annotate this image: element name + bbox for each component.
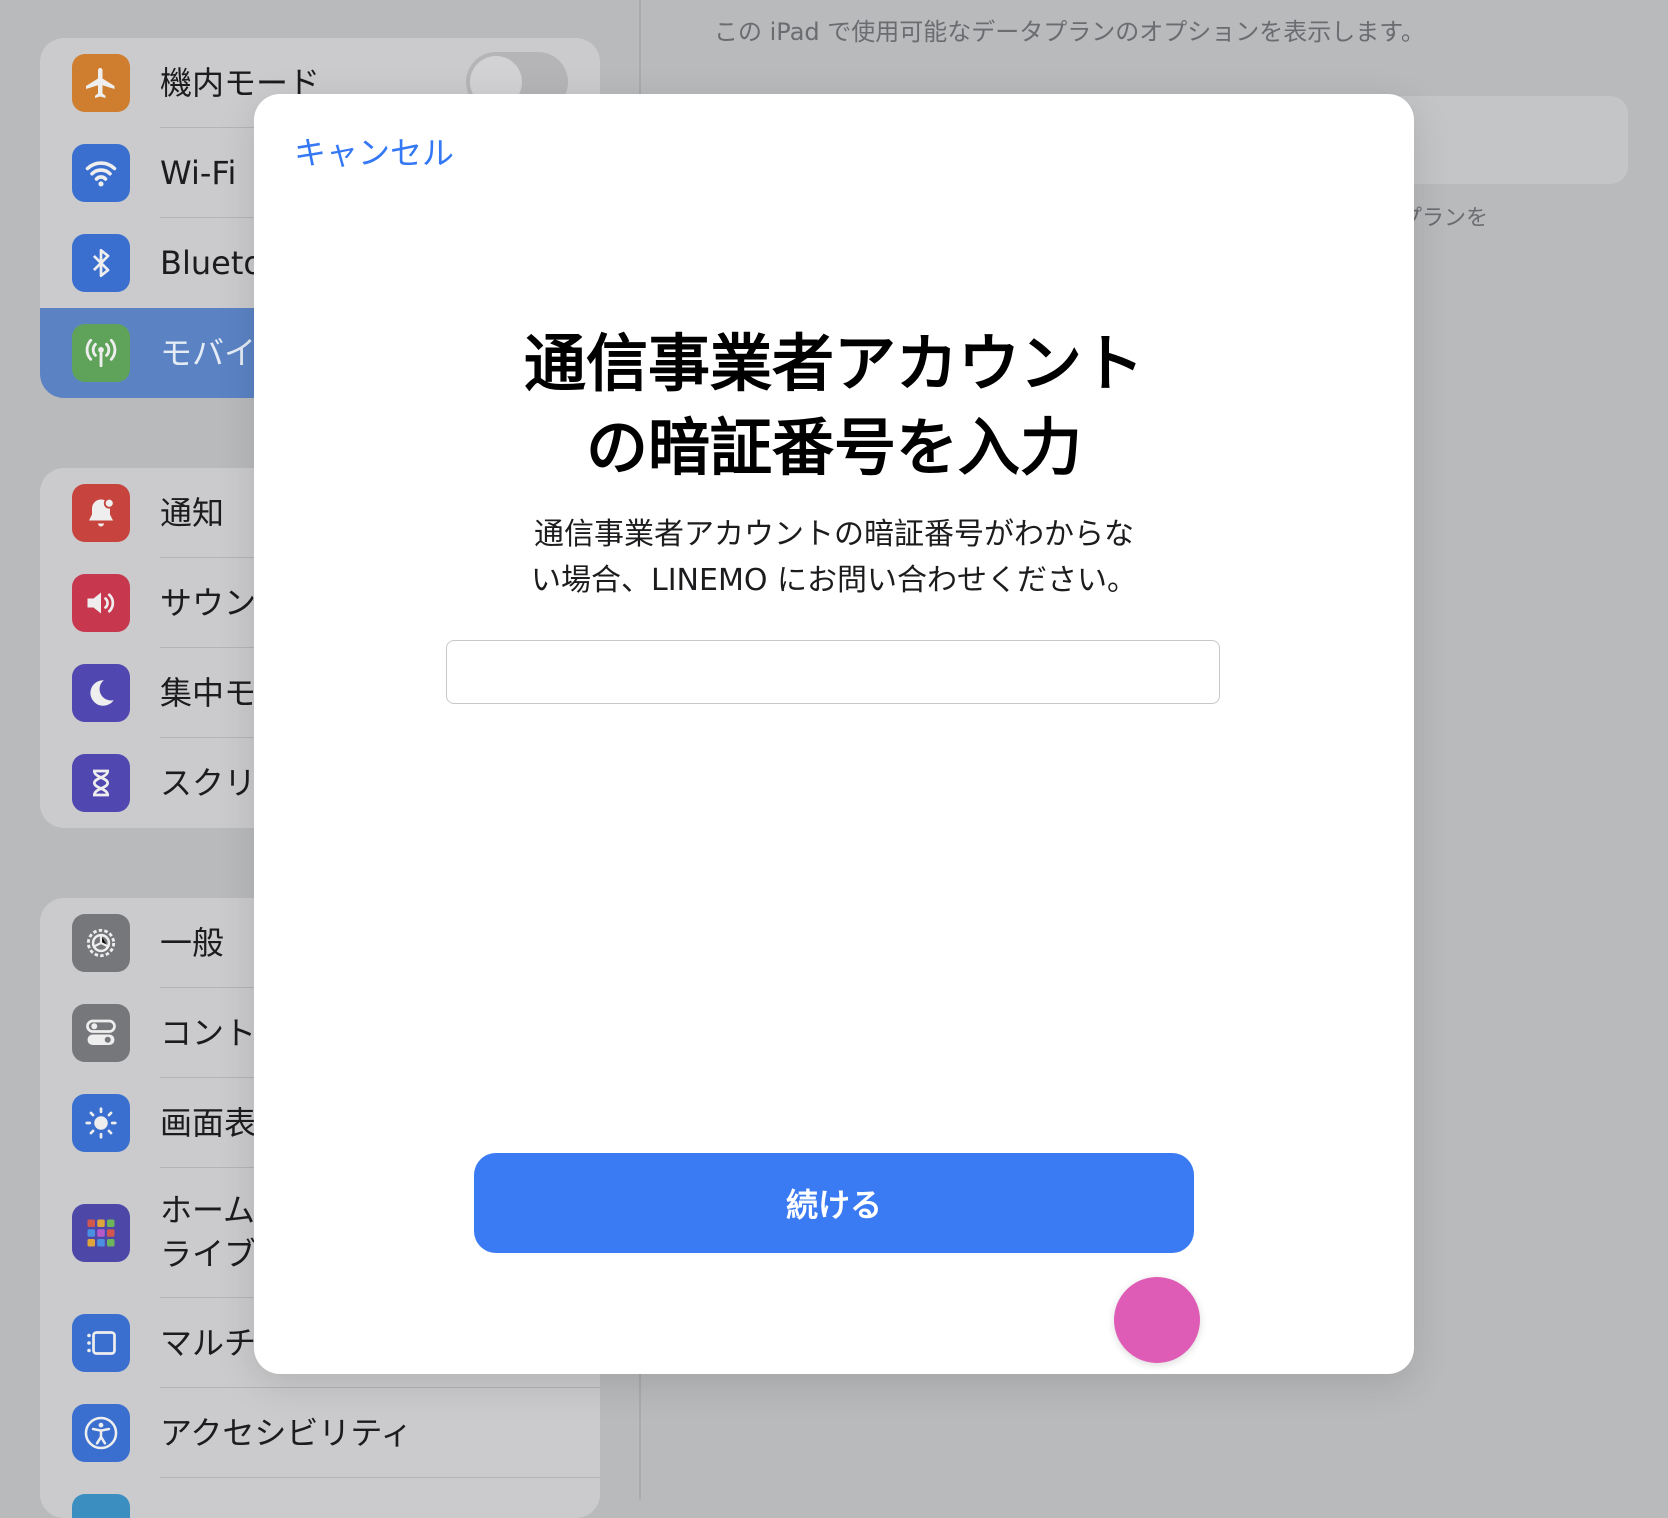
sidebar-item-label: アクセシビリティ [160, 1414, 413, 1452]
dialog-description: 通信事業者アカウントの暗証番号がわからな い場合、LINEMO にお問い合わせく… [531, 517, 1137, 598]
sidebar-item-label: ホーム ライブ [160, 1191, 257, 1273]
cancel-button[interactable]: キャンセル [294, 128, 454, 174]
sidebar-item-label: 画面表 [160, 1104, 257, 1142]
sidebar-item-label: 一般 [160, 924, 225, 962]
speaker-icon [72, 574, 130, 632]
wifi-icon [72, 144, 130, 202]
carrier-pin-dialog: キャンセル 通信事業者アカウント の暗証番号を入力 通信事業者アカウントの暗証番… [254, 94, 1414, 1374]
notification-icon [72, 484, 130, 542]
sidebar-item-partial[interactable] [40, 1478, 600, 1518]
sidebar-item-label: コント [160, 1014, 257, 1052]
sidebar-item-label: マルチ [160, 1324, 257, 1362]
partial-icon [72, 1494, 130, 1518]
antenna-icon [72, 324, 130, 382]
sidebar-item-accessibility[interactable]: アクセシビリティ [40, 1388, 600, 1478]
sidebar-item-label: サウン [160, 584, 257, 622]
data-plan-note: この iPad で使用可能なデータプランのオプションを表示します。 [714, 18, 1425, 46]
touch-indicator [1114, 1277, 1200, 1363]
sidebar-item-label: 集中モ [160, 674, 257, 712]
switches-icon [72, 1004, 130, 1062]
sidebar-item-label: Wi-Fi [160, 154, 237, 192]
sidebar-item-label: 通知 [160, 494, 225, 532]
bluetooth-icon [72, 234, 130, 292]
sun-icon [72, 1094, 130, 1152]
continue-button[interactable]: 続ける [474, 1153, 1194, 1253]
hourglass-icon [72, 754, 130, 812]
app-grid-icon [72, 1204, 130, 1262]
multitasking-icon [72, 1314, 130, 1372]
moon-icon [72, 664, 130, 722]
dialog-title: 通信事業者アカウント の暗証番号を入力 [523, 327, 1144, 484]
sidebar-item-label: モバイ [160, 334, 257, 372]
gear-icon [72, 914, 130, 972]
sidebar-item-label: スクリ [160, 764, 257, 802]
sidebar-item-label: Blueto [160, 244, 263, 282]
airplane-icon [72, 54, 130, 112]
carrier-pin-input[interactable] [446, 640, 1220, 704]
accessibility-icon [72, 1404, 130, 1462]
